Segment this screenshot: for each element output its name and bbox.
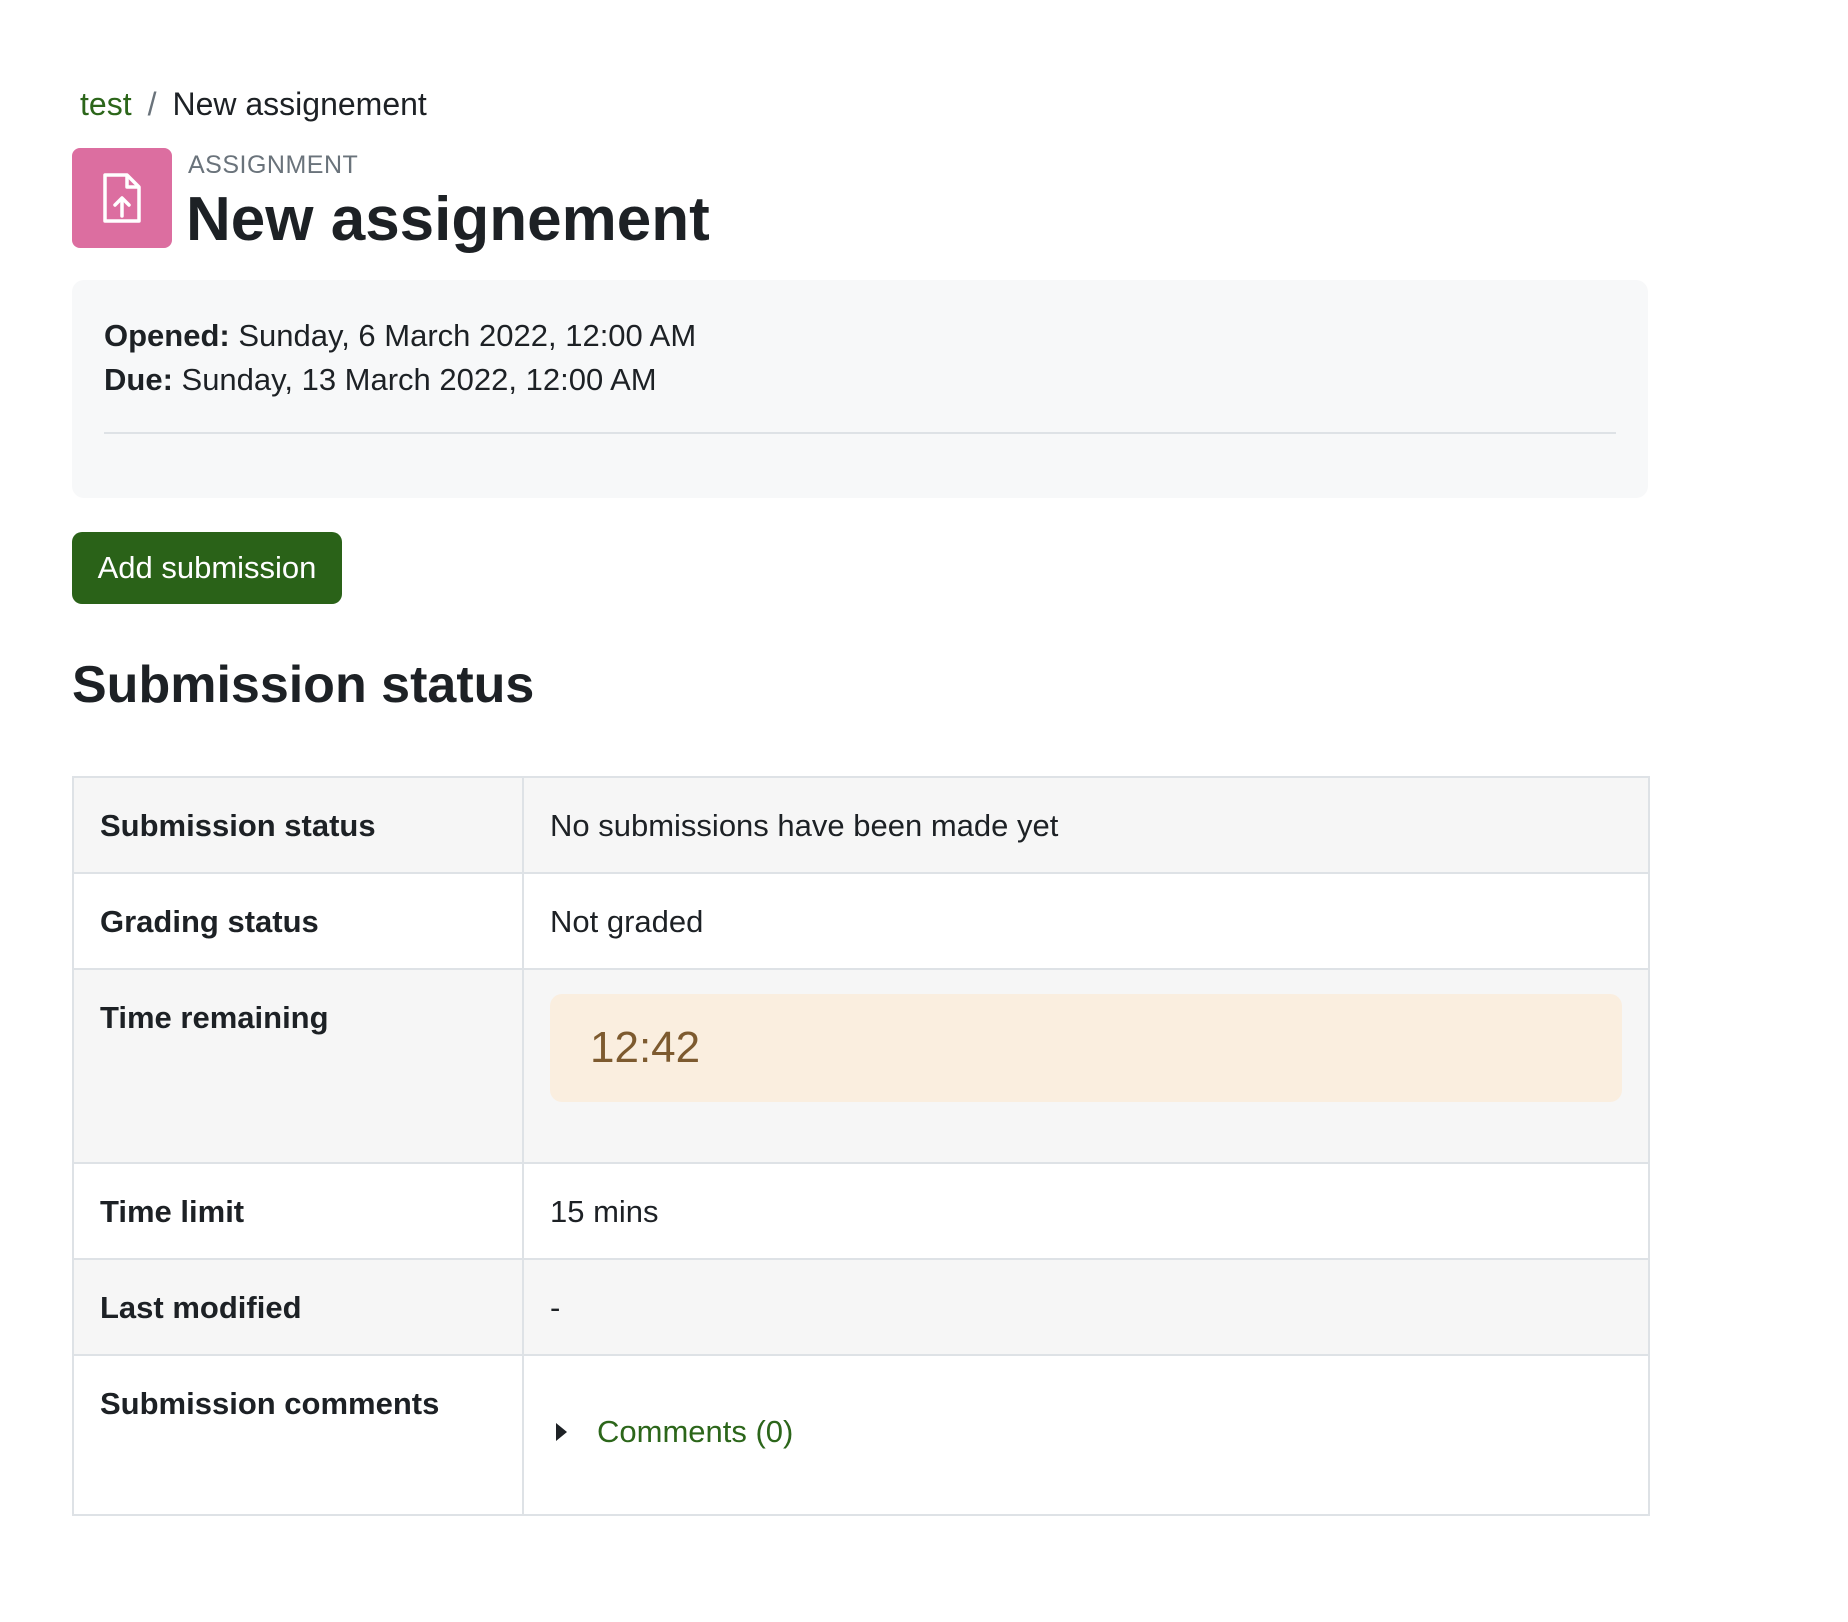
table-row: Time remaining 12:42 [72, 968, 1650, 1164]
opened-value: Sunday, 6 March 2022, 12:00 AM [238, 318, 697, 353]
row-label-last-modified: Last modified [72, 1258, 524, 1356]
row-label-submission-status: Submission status [72, 776, 524, 874]
table-row: Last modified - [72, 1258, 1650, 1356]
table-row: Submission comments Comments (0) [72, 1354, 1650, 1516]
table-row: Submission status No submissions have be… [72, 776, 1650, 874]
opened-date: Opened: Sunday, 6 March 2022, 12:00 AM [104, 316, 696, 356]
row-value-last-modified: - [522, 1258, 1650, 1356]
dates-divider [104, 432, 1616, 434]
due-date: Due: Sunday, 13 March 2022, 12:00 AM [104, 360, 657, 400]
row-label-time-limit: Time limit [72, 1162, 524, 1260]
due-value: Sunday, 13 March 2022, 12:00 AM [181, 362, 657, 397]
opened-label: Opened: [104, 318, 230, 353]
row-label-time-remaining: Time remaining [72, 968, 524, 1164]
activity-type-label: ASSIGNMENT [188, 151, 359, 179]
table-row: Grading status Not graded [72, 872, 1650, 970]
comments-link-label: Comments (0) [597, 1414, 794, 1449]
row-value-grading-status: Not graded [522, 872, 1650, 970]
submission-status-table: Submission status No submissions have be… [72, 776, 1650, 1516]
row-label-submission-comments: Submission comments [72, 1354, 524, 1516]
row-label-grading-status: Grading status [72, 872, 524, 970]
row-value-submission-status: No submissions have been made yet [522, 776, 1650, 874]
breadcrumb-separator: / [147, 86, 157, 122]
countdown-timer: 12:42 [550, 994, 1622, 1102]
row-value-submission-comments: Comments (0) [522, 1354, 1650, 1516]
page-title: New assignement [186, 185, 710, 254]
comments-toggle-link[interactable]: Comments (0) [556, 1414, 793, 1450]
table-row: Time limit 15 mins [72, 1162, 1650, 1260]
breadcrumb: test / New assignement [80, 84, 427, 124]
breadcrumb-course-link[interactable]: test [80, 86, 132, 122]
due-label: Due: [104, 362, 173, 397]
add-submission-button[interactable]: Add submission [72, 532, 342, 604]
row-value-time-remaining: 12:42 [522, 968, 1650, 1164]
file-upload-icon [72, 148, 172, 248]
caret-right-icon [556, 1423, 567, 1441]
breadcrumb-current: New assignement [172, 86, 427, 122]
submission-status-heading: Submission status [72, 656, 535, 714]
row-value-time-limit: 15 mins [522, 1162, 1650, 1260]
